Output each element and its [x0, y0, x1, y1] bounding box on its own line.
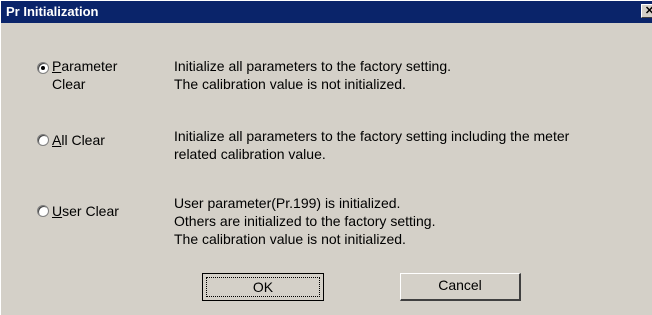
- parameter-clear-label-rest: arameter: [61, 58, 118, 74]
- all-clear-label[interactable]: All Clear: [52, 131, 105, 149]
- close-button[interactable]: ✕: [641, 4, 652, 18]
- close-icon: ✕: [645, 5, 652, 17]
- user-clear-label[interactable]: User Clear: [52, 202, 119, 220]
- user-clear-label-rest: ser Clear: [62, 203, 119, 219]
- all-clear-mnemonic: A: [52, 132, 62, 148]
- pr-initialization-dialog: Pr Initialization ✕ Parameter Clear Init…: [0, 0, 652, 315]
- radio-button-user-clear[interactable]: [37, 205, 49, 217]
- cancel-button[interactable]: Cancel: [400, 273, 521, 301]
- cancel-button-label: Cancel: [438, 277, 482, 293]
- description-line: The calibration value is not initialized…: [174, 76, 406, 92]
- user-clear-description: User parameter(Pr.199) is initialized. O…: [174, 194, 435, 248]
- description-line: Initialize all parameters to the factory…: [174, 58, 452, 74]
- description-line: Others are initialized to the factory se…: [174, 213, 436, 229]
- description-line: related calibration value.: [174, 146, 326, 162]
- title-bar[interactable]: Pr Initialization ✕: [1, 1, 652, 23]
- window-title: Pr Initialization: [6, 4, 99, 19]
- radio-option-parameter-clear[interactable]: Parameter Clear: [37, 57, 117, 93]
- ok-button-label: OK: [206, 277, 320, 297]
- all-clear-description: Initialize all parameters to the factory…: [174, 127, 569, 163]
- description-line: Initialize all parameters to the factory…: [174, 128, 570, 144]
- parameter-clear-mnemonic: P: [52, 58, 62, 74]
- radio-option-user-clear[interactable]: User Clear: [37, 202, 119, 220]
- radio-button-parameter-clear[interactable]: [37, 62, 49, 74]
- user-clear-mnemonic: U: [52, 203, 63, 219]
- description-line: User parameter(Pr.199) is initialized.: [174, 195, 401, 211]
- all-clear-label-rest: ll Clear: [61, 132, 105, 148]
- radio-button-all-clear[interactable]: [37, 134, 49, 146]
- parameter-clear-label-line2: Clear: [52, 76, 86, 92]
- parameter-clear-label[interactable]: Parameter Clear: [52, 57, 117, 93]
- radio-option-all-clear[interactable]: All Clear: [37, 131, 105, 149]
- parameter-clear-description: Initialize all parameters to the factory…: [174, 57, 451, 93]
- ok-button[interactable]: OK: [202, 273, 324, 301]
- description-line: The calibration value is not initialized…: [174, 231, 406, 247]
